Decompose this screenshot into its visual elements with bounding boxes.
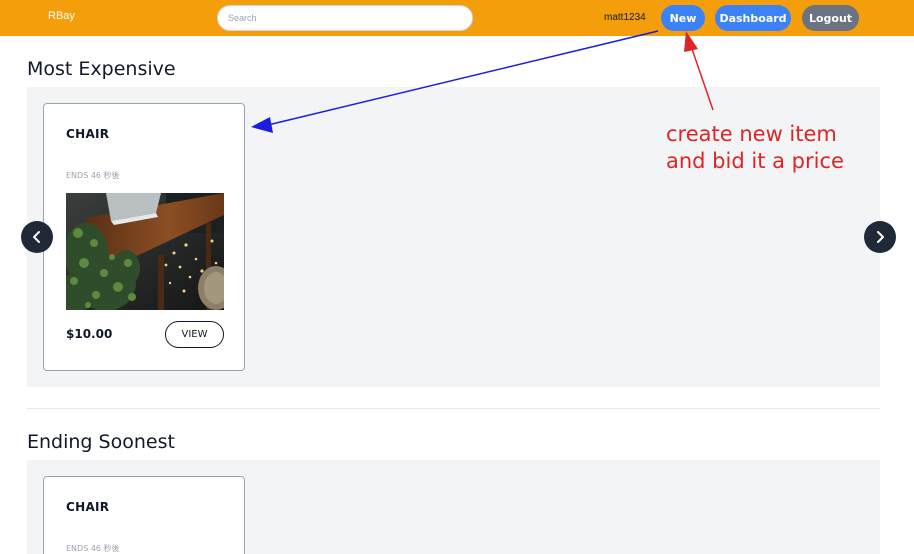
- chevron-left-icon: [33, 231, 40, 243]
- item-card: CHAIR ENDS 46 秒後: [43, 103, 245, 371]
- search-input[interactable]: [217, 5, 473, 31]
- item-ends: ENDS 46 秒後: [66, 171, 120, 180]
- logout-button[interactable]: Logout: [802, 5, 859, 31]
- brand-logo[interactable]: RBay: [48, 10, 75, 22]
- item-title: CHAIR: [66, 127, 110, 141]
- item-title: CHAIR: [66, 500, 110, 514]
- annotation-line-1: create new item: [666, 122, 837, 146]
- chevron-right-icon: [877, 231, 884, 243]
- carousel-prev-button[interactable]: [21, 221, 53, 253]
- annotation-line-2: and bid it a price: [666, 149, 844, 173]
- navbar: RBay matt1234 New Dashboard Logout: [0, 0, 914, 36]
- desk-photo: [66, 193, 224, 310]
- new-button[interactable]: New: [661, 5, 705, 31]
- section-title-most-expensive: Most Expensive: [27, 58, 176, 80]
- section-title-ending-soonest: Ending Soonest: [27, 431, 175, 453]
- item-image[interactable]: [66, 193, 224, 310]
- item-price: $10.00: [66, 327, 113, 341]
- page: RBay matt1234 New Dashboard Logout Most …: [0, 0, 914, 554]
- annotation-text: create new item and bid it a price: [666, 121, 886, 175]
- view-button[interactable]: VIEW: [165, 321, 224, 348]
- username-label: matt1234: [604, 12, 646, 23]
- item-ends: ENDS 46 秒後: [66, 544, 120, 553]
- section-divider: [27, 408, 880, 409]
- carousel-next-button[interactable]: [864, 221, 896, 253]
- dashboard-button[interactable]: Dashboard: [715, 5, 791, 31]
- item-card: CHAIR ENDS 46 秒後: [43, 476, 245, 554]
